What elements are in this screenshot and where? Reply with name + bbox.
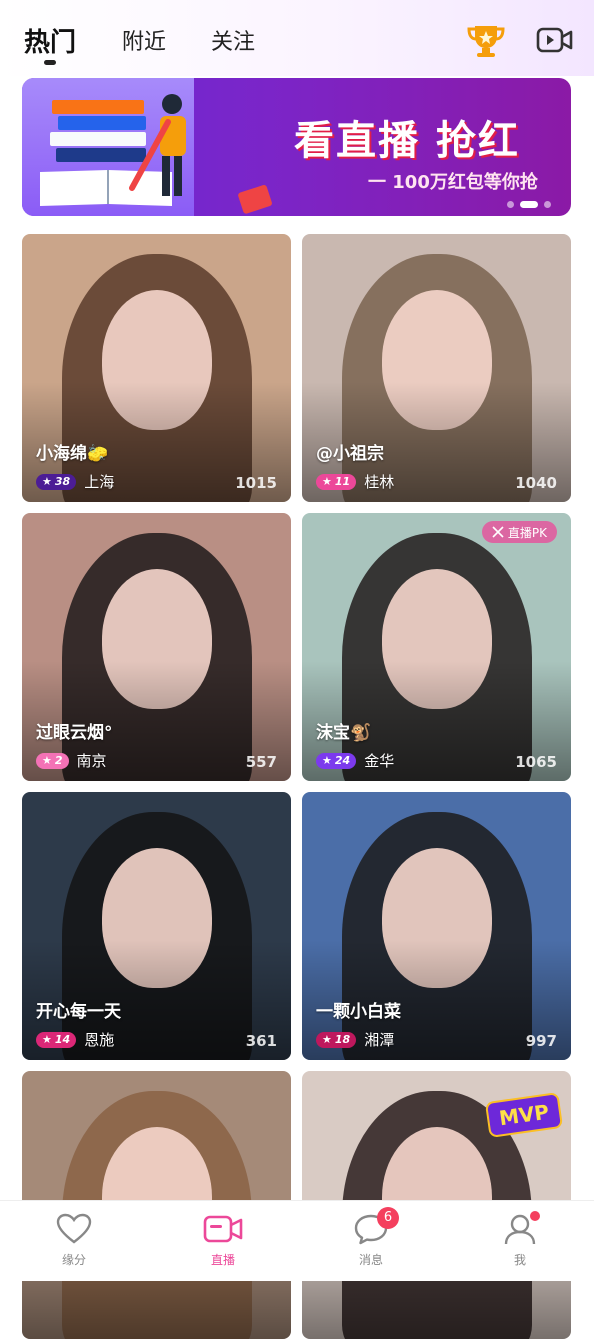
banner-dot [544, 201, 551, 208]
viewer-count: 1015 [235, 474, 277, 492]
level-value: 18 [334, 1033, 351, 1046]
level-badge: ★ 14 [36, 1031, 77, 1048]
video-camera-icon [203, 1215, 243, 1243]
stream-card[interactable]: 一颗小白菜 ★ 18 湘潭 997 [302, 792, 571, 1060]
stream-card[interactable]: 直播PK 沫宝🐒 ★ 24 金华 1065 [302, 513, 571, 781]
streamer-name: 一颗小白菜 [316, 1002, 401, 1022]
stream-meta: ★ 14 恩施 [36, 1029, 114, 1050]
streamer-name: 过眼云烟° [36, 723, 113, 743]
banner-title: 看直播 抢红 [294, 118, 520, 164]
stream-meta: ★ 11 桂林 [316, 471, 394, 492]
level-value: 2 [54, 754, 63, 767]
viewer-count: 361 [245, 1032, 277, 1050]
tab-hot[interactable]: 热门 [24, 22, 76, 59]
stream-meta: ★ 24 金华 [316, 750, 394, 771]
banner-pagination [507, 201, 551, 208]
level-value: 38 [54, 475, 71, 488]
streamer-city: 金华 [364, 752, 395, 770]
level-badge: ★ 2 [36, 752, 69, 769]
streamer-name: 沫宝🐒 [316, 723, 372, 743]
streamer-name: 小海绵🧽 [36, 444, 109, 464]
nav-item-fate[interactable]: 缘分 [34, 1213, 114, 1268]
nav-item-messages[interactable]: 6 消息 [331, 1207, 411, 1268]
banner-illustration [22, 78, 194, 216]
stream-card[interactable]: 开心每一天 ★ 14 恩施 361 [22, 792, 291, 1060]
streamer-name: 开心每一天 [36, 1002, 121, 1022]
banner-dot [507, 201, 514, 208]
star-icon: ★ [322, 1033, 332, 1046]
level-badge: ★ 11 [316, 473, 357, 490]
tab-nearby[interactable]: 附近 [122, 24, 166, 56]
stream-card[interactable]: 小海绵🧽 ★ 38 上海 1015 [22, 234, 291, 502]
nav-item-me[interactable]: 我 [480, 1211, 560, 1268]
level-value: 14 [54, 1033, 71, 1046]
stream-meta: ★ 2 南京 [36, 750, 107, 771]
heart-icon [56, 1213, 92, 1244]
streamer-city: 上海 [84, 473, 115, 491]
banner-dot-active [520, 201, 538, 208]
message-count-badge: 6 [377, 1207, 399, 1229]
stream-card[interactable]: 过眼云烟° ★ 2 南京 557 [22, 513, 291, 781]
nav-label: 我 [513, 1253, 526, 1267]
streamer-city: 湘潭 [364, 1031, 395, 1049]
viewer-count: 1040 [515, 474, 557, 492]
mvp-badge: MVP [484, 1092, 564, 1138]
stream-grid: 小海绵🧽 ★ 38 上海 1015 @小祖宗 ★ 11 桂林 1040 过眼云烟° ★ 2 南京 557 直播… [22, 234, 571, 1339]
stream-card[interactable]: @小祖宗 ★ 11 桂林 1040 [302, 234, 571, 502]
stream-meta: ★ 18 湘潭 [316, 1029, 394, 1050]
pk-label: 直播PK [507, 525, 547, 540]
stream-meta: ★ 38 上海 [36, 471, 114, 492]
trophy-icon[interactable] [466, 22, 506, 58]
star-icon: ★ [42, 754, 52, 767]
streamer-city: 南京 [76, 752, 107, 770]
star-icon: ★ [322, 475, 332, 488]
level-badge: ★ 24 [316, 752, 357, 769]
nav-label: 直播 [210, 1253, 235, 1267]
active-tab-indicator [44, 60, 56, 65]
streamer-city: 桂林 [364, 473, 395, 491]
viewer-count: 1065 [515, 753, 557, 771]
nav-label: 缘分 [61, 1253, 86, 1267]
star-icon: ★ [42, 1033, 52, 1046]
tab-following[interactable]: 关注 [211, 24, 255, 56]
level-value: 11 [334, 475, 351, 488]
video-camera-icon[interactable] [534, 22, 574, 58]
nav-label: 消息 [358, 1253, 383, 1267]
red-envelope-icon [238, 184, 272, 214]
banner-subtitle: 一 100万红包等你抢 [368, 172, 538, 193]
notification-dot [530, 1211, 540, 1221]
level-value: 24 [334, 754, 351, 767]
nav-item-live[interactable]: 直播 [183, 1213, 263, 1268]
viewer-count: 557 [245, 753, 277, 771]
streamer-city: 恩施 [84, 1031, 115, 1049]
streamer-name: @小祖宗 [316, 444, 384, 464]
books-illustration-icon [40, 94, 186, 206]
top-bar: 热门 附近 关注 [0, 0, 594, 76]
bottom-nav: 缘分 直播 6 消息 我 [0, 1200, 594, 1281]
promo-banner[interactable]: 看直播 抢红 一 100万红包等你抢 [22, 78, 571, 216]
viewer-count: 997 [525, 1032, 557, 1050]
star-icon: ★ [42, 475, 52, 488]
crossed-swords-icon [492, 526, 504, 538]
level-badge: ★ 18 [316, 1031, 357, 1048]
pk-badge: 直播PK [481, 521, 557, 543]
star-icon: ★ [322, 754, 332, 767]
level-badge: ★ 38 [36, 473, 77, 490]
